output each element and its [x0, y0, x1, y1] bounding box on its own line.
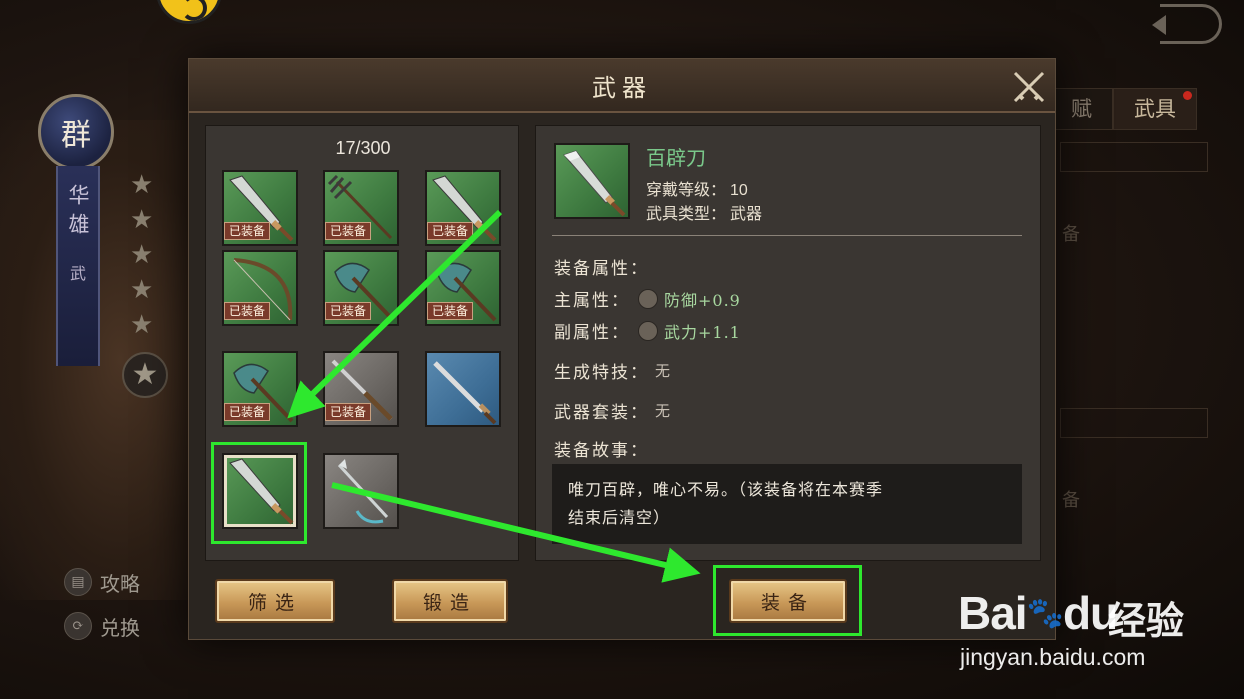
watermark-url: jingyan.baidu.com	[960, 644, 1146, 670]
arrow-to-inventory	[287, 209, 503, 419]
watermark-brand: Bai🐾du	[958, 587, 1118, 639]
arrow-to-equip	[331, 482, 701, 583]
baidu-watermark: Bai🐾du 经验 jingyan.baidu.com	[958, 566, 1238, 676]
watermark-cn: 经验	[1108, 599, 1185, 643]
paw-icon: 🐾	[1026, 597, 1064, 630]
